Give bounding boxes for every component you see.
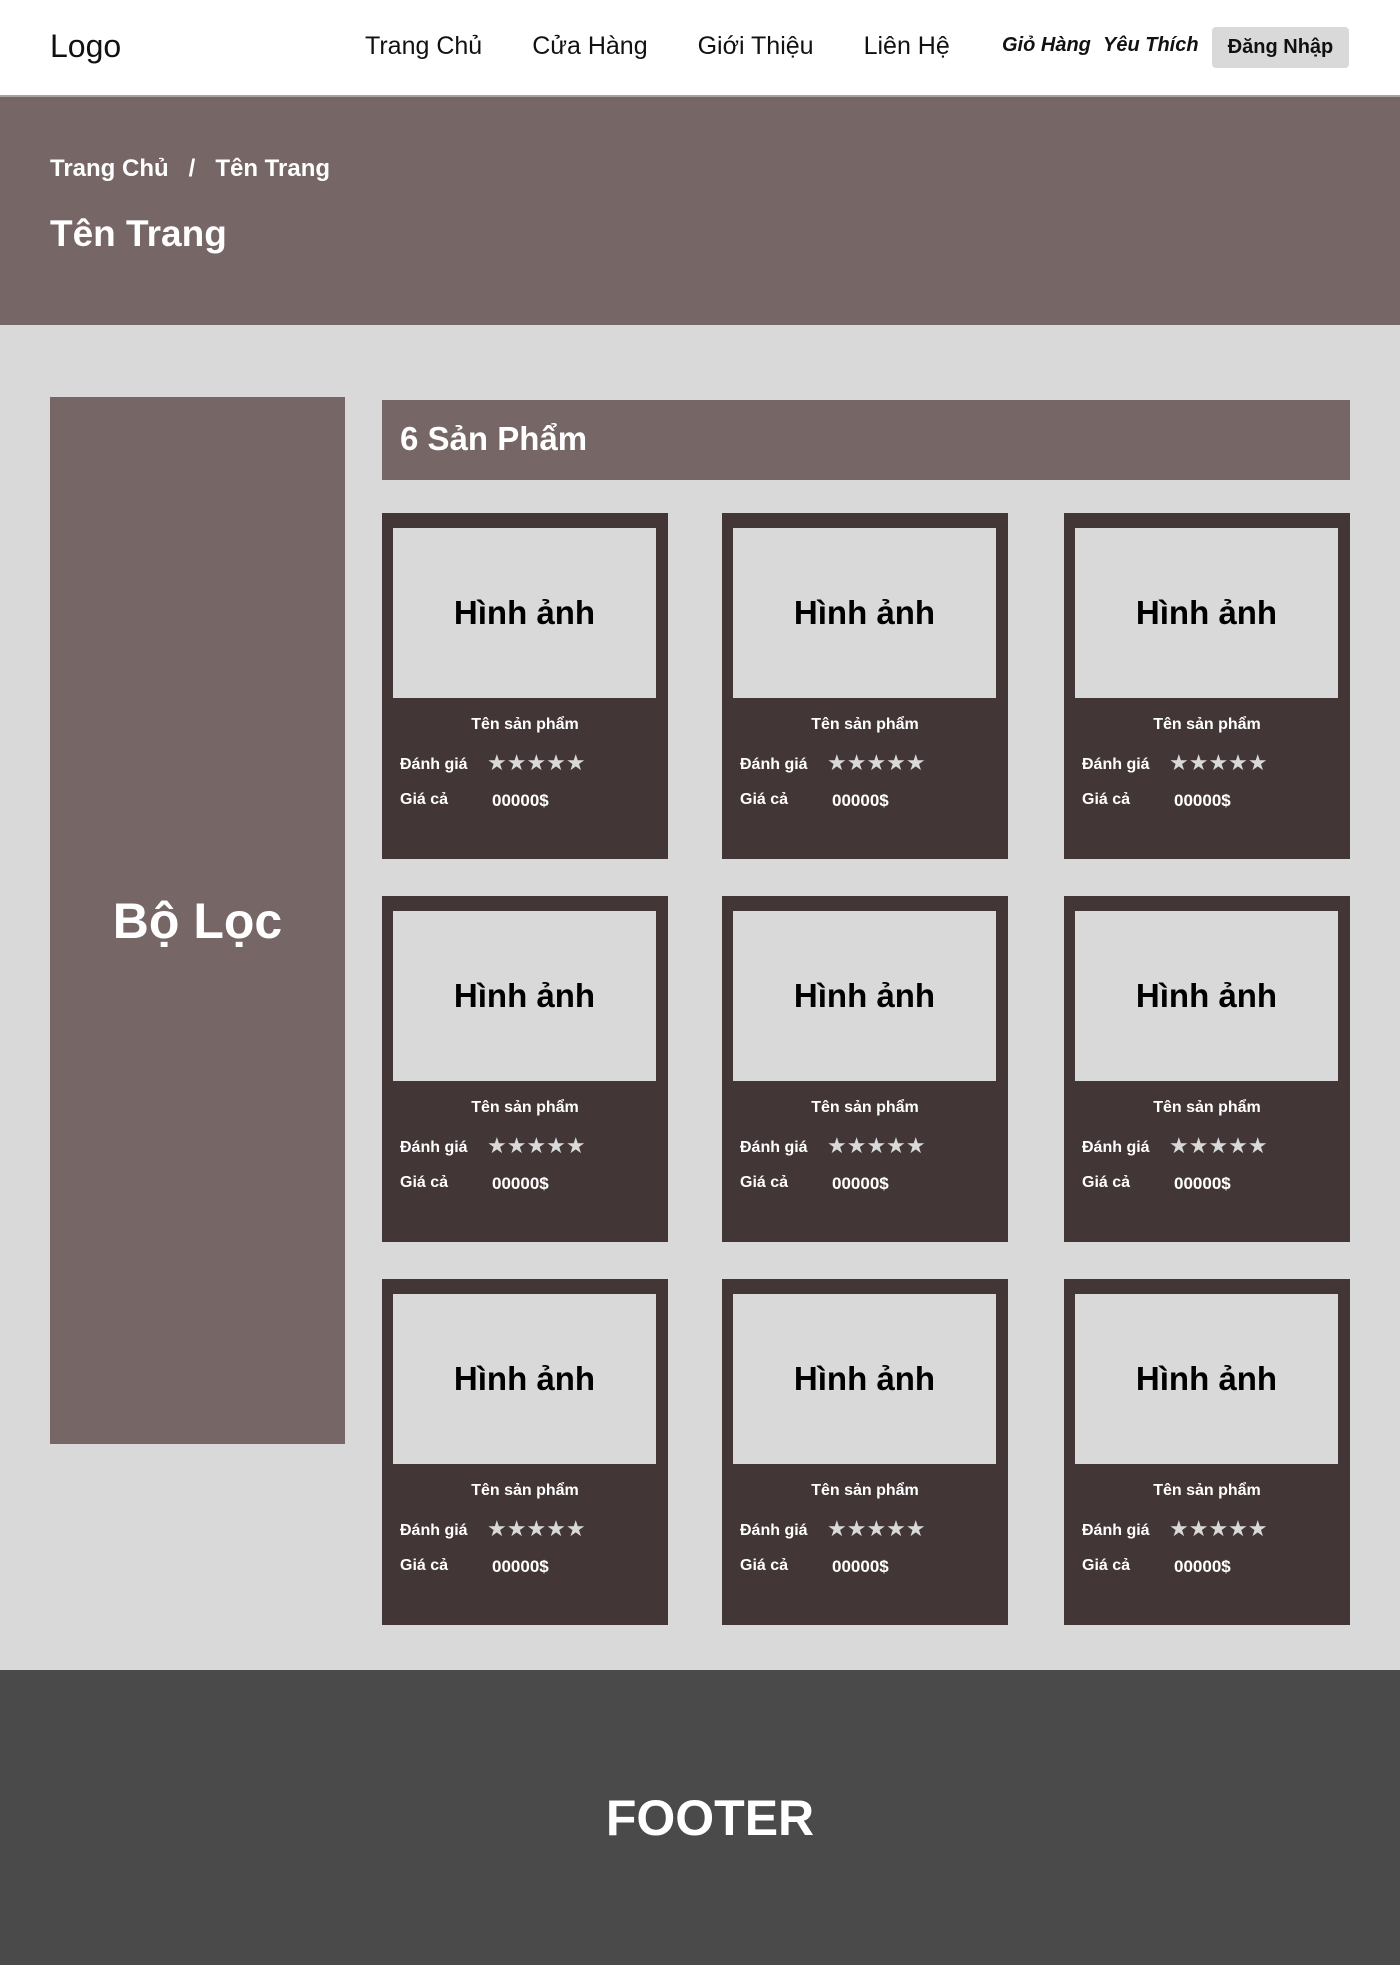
product-name[interactable]: Tên sản phẩm: [382, 1482, 668, 1500]
product-image[interactable]: Hình ảnh: [733, 528, 996, 698]
rating-stars: ★★★★★: [827, 751, 926, 776]
product-image[interactable]: Hình ảnh: [1075, 528, 1338, 698]
product-image-label: Hình ảnh: [1135, 594, 1278, 631]
filter-panel[interactable]: Bộ Lọc: [50, 397, 345, 1444]
rating-label: Đánh giá: [1082, 1139, 1150, 1156]
product-image[interactable]: Hình ảnh: [733, 1294, 996, 1464]
filter-label: Bộ Lọc: [112, 892, 283, 949]
rating-stars: ★★★★★: [487, 751, 586, 776]
rating-stars: ★★★★★: [487, 1517, 586, 1542]
product-price: 00000$: [492, 1174, 549, 1193]
nav-item-shop[interactable]: Cửa Hàng: [532, 32, 647, 61]
rating-label: Đánh giá: [1082, 1522, 1150, 1539]
product-price: 00000$: [832, 1174, 889, 1193]
product-image[interactable]: Hình ảnh: [1075, 911, 1338, 1081]
product-card[interactable]: Hình ảnh Tên sản phẩm Đánh giá ★★★★★ Giá…: [1064, 1279, 1350, 1625]
product-card[interactable]: Hình ảnh Tên sản phẩm Đánh giá ★★★★★ Giá…: [722, 896, 1008, 1242]
product-image-label: Hình ảnh: [793, 977, 936, 1014]
product-image-label: Hình ảnh: [793, 1360, 936, 1397]
rating-stars: ★★★★★: [1169, 1517, 1268, 1542]
product-image[interactable]: Hình ảnh: [393, 911, 656, 1081]
product-card[interactable]: Hình ảnh Tên sản phẩm Đánh giá ★★★★★ Giá…: [1064, 896, 1350, 1242]
price-label: Giá cả: [740, 1174, 789, 1191]
product-price: 00000$: [832, 791, 889, 810]
product-name[interactable]: Tên sản phẩm: [382, 716, 668, 734]
price-label: Giá cả: [400, 1174, 449, 1191]
breadcrumb-separator: /: [188, 155, 196, 182]
price-label: Giá cả: [400, 1557, 449, 1574]
footer-label: FOOTER: [605, 1789, 815, 1846]
product-card[interactable]: Hình ảnh Tên sản phẩm Đánh giá ★★★★★ Giá…: [1064, 513, 1350, 859]
rating-stars: ★★★★★: [827, 1134, 926, 1159]
breadcrumb: Trang Chủ / Tên Trang: [50, 155, 330, 183]
product-name[interactable]: Tên sản phẩm: [722, 716, 1008, 734]
price-label: Giá cả: [1082, 1174, 1131, 1191]
product-count-bar: 6 Sản Phẩm: [382, 400, 1350, 480]
product-card[interactable]: Hình ảnh Tên sản phẩm Đánh giá ★★★★★ Giá…: [722, 1279, 1008, 1625]
product-image-label: Hình ảnh: [793, 594, 936, 631]
product-image-label: Hình ảnh: [453, 594, 596, 631]
cart-link[interactable]: Giỏ Hàng: [1002, 34, 1091, 57]
rating-label: Đánh giá: [740, 756, 808, 773]
rating-label: Đánh giá: [400, 756, 468, 773]
product-price: 00000$: [492, 791, 549, 810]
product-name[interactable]: Tên sản phẩm: [382, 1099, 668, 1117]
price-label: Giá cả: [1082, 1557, 1131, 1574]
product-card[interactable]: Hình ảnh Tên sản phẩm Đánh giá ★★★★★ Giá…: [382, 1279, 668, 1625]
breadcrumb-current: Tên Trang: [215, 155, 331, 182]
rating-label: Đánh giá: [1082, 756, 1150, 773]
product-price: 00000$: [492, 1557, 549, 1576]
product-card[interactable]: Hình ảnh Tên sản phẩm Đánh giá ★★★★★ Giá…: [382, 896, 668, 1242]
price-label: Giá cả: [400, 791, 449, 808]
product-name[interactable]: Tên sản phẩm: [1064, 716, 1350, 734]
rating-stars: ★★★★★: [1169, 751, 1268, 776]
rating-stars: ★★★★★: [487, 1134, 586, 1159]
product-price: 00000$: [1174, 791, 1231, 810]
product-image[interactable]: Hình ảnh: [393, 528, 656, 698]
product-card[interactable]: Hình ảnh Tên sản phẩm Đánh giá ★★★★★ Giá…: [382, 513, 668, 859]
product-image[interactable]: Hình ảnh: [393, 1294, 656, 1464]
product-card[interactable]: Hình ảnh Tên sản phẩm Đánh giá ★★★★★ Giá…: [722, 513, 1008, 859]
nav-item-home[interactable]: Trang Chủ: [365, 32, 482, 61]
rating-label: Đánh giá: [740, 1139, 808, 1156]
product-name[interactable]: Tên sản phẩm: [722, 1099, 1008, 1117]
product-price: 00000$: [832, 1557, 889, 1576]
logo[interactable]: Logo: [50, 28, 121, 65]
nav-item-contact[interactable]: Liên Hệ: [864, 32, 950, 61]
product-image-label: Hình ảnh: [453, 977, 596, 1014]
product-name[interactable]: Tên sản phẩm: [1064, 1482, 1350, 1500]
product-price: 00000$: [1174, 1174, 1231, 1193]
product-name[interactable]: Tên sản phẩm: [722, 1482, 1008, 1500]
rating-label: Đánh giá: [400, 1522, 468, 1539]
price-label: Giá cả: [740, 1557, 789, 1574]
product-name[interactable]: Tên sản phẩm: [1064, 1099, 1350, 1117]
page-title: Tên Trang: [50, 213, 227, 254]
price-label: Giá cả: [1082, 791, 1131, 808]
nav-item-about[interactable]: Giới Thiệu: [698, 32, 814, 61]
rating-stars: ★★★★★: [1169, 1134, 1268, 1159]
rating-label: Đánh giá: [740, 1522, 808, 1539]
product-image[interactable]: Hình ảnh: [733, 911, 996, 1081]
product-image-label: Hình ảnh: [453, 1360, 596, 1397]
rating-label: Đánh giá: [400, 1139, 468, 1156]
product-image-label: Hình ảnh: [1135, 977, 1278, 1014]
login-button[interactable]: Đăng Nhập: [1212, 27, 1349, 68]
main-nav: Trang Chủ Cửa Hàng Giới Thiệu Liên Hệ: [365, 32, 950, 61]
price-label: Giá cả: [740, 791, 789, 808]
favorites-link[interactable]: Yêu Thích: [1103, 34, 1199, 57]
product-image-label: Hình ảnh: [1135, 1360, 1278, 1397]
site-header: Logo Trang Chủ Cửa Hàng Giới Thiệu Liên …: [0, 0, 1400, 97]
breadcrumb-home[interactable]: Trang Chủ: [50, 155, 169, 183]
product-price: 00000$: [1174, 1557, 1231, 1576]
product-count: 6 Sản Phẩm: [400, 420, 588, 457]
product-image[interactable]: Hình ảnh: [1075, 1294, 1338, 1464]
site-footer: FOOTER: [0, 1670, 1400, 1965]
rating-stars: ★★★★★: [827, 1517, 926, 1542]
page-banner: Trang Chủ / Tên Trang Tên Trang: [0, 97, 1400, 325]
